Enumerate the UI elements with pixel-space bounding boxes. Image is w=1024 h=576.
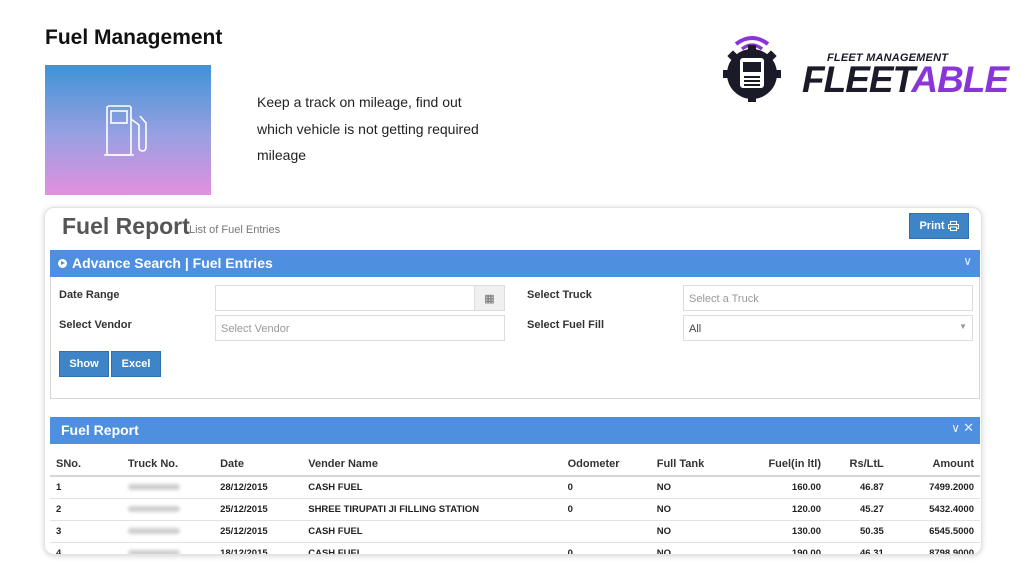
- cell-date: 28/12/2015: [214, 476, 303, 499]
- col-vendor-name[interactable]: Vender Name: [302, 452, 562, 477]
- select-fuel-fill-dropdown[interactable]: All ▼: [683, 315, 973, 341]
- table-row[interactable]: 4 18/12/2015 CASH FUEL 0 NO 190.00 46.31…: [50, 542, 980, 554]
- fuel-tile: [45, 65, 211, 195]
- cell-fuel: 120.00: [736, 498, 827, 521]
- cell-sno: 3: [50, 520, 122, 543]
- cell-full-tank: NO: [650, 498, 737, 521]
- select-truck-input[interactable]: Select a Truck: [683, 285, 973, 311]
- cell-odometer: 0: [561, 476, 651, 499]
- cell-odometer: 0: [561, 498, 651, 521]
- cell-date: 25/12/2015: [214, 520, 303, 543]
- fleetable-logo: FLEET MANAGEMENT FLEETABLE: [702, 30, 1009, 102]
- cell-sno: 4: [50, 542, 122, 554]
- select-vendor-input[interactable]: Select Vendor: [215, 315, 505, 341]
- date-range-label: Date Range: [59, 289, 120, 301]
- cell-truck-no: [121, 476, 215, 499]
- cell-fuel: 160.00: [736, 476, 827, 499]
- cell-sno: 2: [50, 498, 122, 521]
- fuel-report-table: SNo. Truck No. Date Vender Name Odometer…: [50, 452, 980, 554]
- cell-fuel: 130.00: [736, 520, 827, 543]
- cell-rs-per-ltl: 45.27: [826, 498, 890, 521]
- report-title: Fuel Report: [62, 213, 190, 239]
- cell-amount: 6545.5000: [889, 520, 980, 543]
- excel-button[interactable]: Excel: [111, 351, 161, 377]
- cell-rs-per-ltl: 50.35: [826, 520, 890, 543]
- cell-date: 18/12/2015: [214, 542, 303, 554]
- col-date[interactable]: Date: [214, 452, 303, 477]
- cell-full-tank: NO: [650, 476, 737, 499]
- col-fuel[interactable]: Fuel(in ltl): [736, 452, 827, 477]
- cell-vendor: CASH FUEL: [302, 476, 562, 499]
- calendar-icon[interactable]: ▦: [474, 286, 504, 310]
- cell-amount: 8798.9000: [889, 542, 980, 554]
- redacted-truck-no: [127, 527, 180, 534]
- cell-date: 25/12/2015: [214, 498, 303, 521]
- cell-rs-per-ltl: 46.31: [826, 542, 890, 554]
- cell-rs-per-ltl: 46.87: [826, 476, 890, 499]
- cell-amount: 7499.2000: [889, 476, 980, 499]
- logo-word-fleet: FLEET: [802, 59, 912, 100]
- logo-wordmark: FLEETABLE: [802, 59, 1009, 100]
- show-button[interactable]: Show: [59, 351, 109, 377]
- logo-word-able: ABLE: [911, 59, 1009, 100]
- table-row[interactable]: 1 28/12/2015 CASH FUEL 0 NO 160.00 46.87…: [50, 476, 980, 499]
- gear-truck-icon: [723, 36, 781, 102]
- cell-truck-no: [121, 520, 215, 543]
- cell-odometer: 0: [561, 542, 651, 554]
- redacted-truck-no: [127, 505, 180, 512]
- print-label: Print: [919, 220, 945, 232]
- col-truck-no[interactable]: Truck No.: [121, 452, 215, 477]
- cell-vendor: CASH FUEL: [302, 542, 562, 554]
- feature-description: Keep a track on mileage, find out which …: [257, 94, 479, 163]
- select-vendor-placeholder: Select Vendor: [221, 323, 290, 335]
- cell-fuel: 190.00: [736, 542, 827, 554]
- col-amount[interactable]: Amount: [889, 452, 980, 477]
- table-row[interactable]: 3 25/12/2015 CASH FUEL NO 130.00 50.35 6…: [50, 520, 980, 543]
- select-fuel-fill-label: Select Fuel Fill: [527, 319, 605, 331]
- close-icon[interactable]: ✕: [963, 420, 974, 436]
- col-full-tank[interactable]: Full Tank: [650, 452, 737, 477]
- cell-vendor: CASH FUEL: [302, 520, 562, 543]
- slide-title: Fuel Management: [45, 26, 223, 49]
- cell-truck-no: [121, 542, 215, 554]
- cell-amount: 5432.4000: [889, 498, 980, 521]
- cell-full-tank: NO: [650, 520, 737, 543]
- table-row[interactable]: 2 25/12/2015 SHREE TIRUPATI JI FILLING S…: [50, 498, 980, 521]
- cell-odometer: [561, 520, 651, 543]
- advance-search-form: Date Range ▦ Select Truck Select a Truck…: [50, 277, 980, 399]
- col-odometer[interactable]: Odometer: [561, 452, 651, 477]
- print-button[interactable]: Print: [909, 213, 969, 239]
- caret-down-icon: ▼: [959, 322, 967, 331]
- chevron-down-icon[interactable]: ∨: [963, 254, 972, 268]
- redacted-truck-no: [127, 484, 180, 491]
- advance-search-title: Advance Search | Fuel Entries: [72, 255, 273, 271]
- table-header-row: SNo. Truck No. Date Vender Name Odometer…: [50, 452, 980, 477]
- col-rs-per-ltl[interactable]: Rs/LtL: [826, 452, 890, 477]
- select-truck-label: Select Truck: [527, 289, 592, 301]
- cell-vendor: SHREE TIRUPATI JI FILLING STATION: [302, 498, 562, 521]
- fuel-report-header[interactable]: Fuel Report ∨ ✕: [50, 417, 980, 444]
- chevron-down-icon[interactable]: ∨: [951, 421, 960, 435]
- select-truck-placeholder: Select a Truck: [689, 293, 759, 305]
- date-range-input[interactable]: ▦: [215, 285, 505, 311]
- select-vendor-label: Select Vendor: [59, 319, 132, 331]
- fuel-pump-icon: [104, 105, 147, 156]
- col-sno[interactable]: SNo.: [50, 452, 122, 477]
- advance-search-header[interactable]: Advance Search | Fuel Entries ∨: [50, 250, 980, 277]
- report-subtitle: List of Fuel Entries: [189, 224, 281, 236]
- cell-full-tank: NO: [650, 542, 737, 554]
- select-fuel-fill-value: All: [689, 323, 702, 335]
- cell-truck-no: [121, 498, 215, 521]
- play-circle-icon: [58, 258, 67, 268]
- fuel-report-title: Fuel Report: [61, 422, 139, 438]
- printer-icon: [947, 221, 959, 231]
- fuel-report-panel: Fuel Report List of Fuel Entries Print A…: [44, 207, 982, 555]
- redacted-truck-no: [127, 549, 180, 554]
- cell-sno: 1: [50, 476, 122, 499]
